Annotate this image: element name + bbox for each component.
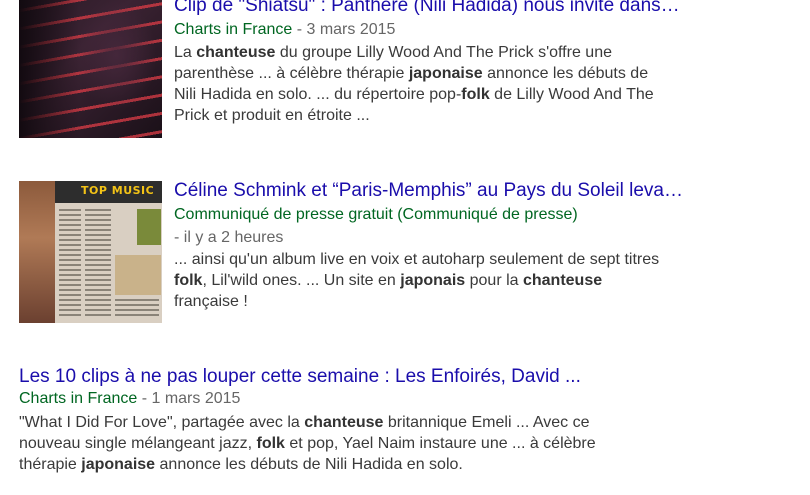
snippet-text: annonce les débuts de Nili Hadida en sol… <box>155 456 463 473</box>
snippet-text: britannique Emeli ... Avec ce <box>383 414 590 431</box>
snippet-text: et pop, Yael Naim instaure une ... à cél… <box>284 435 596 452</box>
thumbnail-logo-text: TOP MUSIC <box>81 184 155 197</box>
snippet-line: parenthèse ... à célèbre thérapie japona… <box>174 63 774 84</box>
snippet-text: du groupe Lilly Wood And The Prick s'off… <box>275 44 612 61</box>
result-thumbnail[interactable] <box>19 0 162 138</box>
result-snippet: ... ainsi qu'un album live en voix et au… <box>174 249 774 312</box>
result-date: - il y a 2 heures <box>174 229 284 246</box>
snippet-line: Prick et produit en étroite ... <box>174 105 774 126</box>
highlighted-keyword: folk <box>256 435 285 452</box>
highlighted-keyword: chanteuse <box>304 414 384 431</box>
snippet-line: française ! <box>174 291 774 312</box>
snippet-text: ... ainsi qu'un album live en voix et au… <box>174 251 660 268</box>
snippet-text: nouveau single mélangeant jazz, <box>19 435 257 452</box>
snippet-line: thérapie japonaise annonce les débuts de… <box>19 454 779 475</box>
highlighted-keyword: chanteuse <box>522 272 603 289</box>
highlighted-keyword: japonais <box>400 272 466 289</box>
result-thumbnail[interactable]: TOP MUSIC <box>19 181 162 323</box>
result-date: 1 mars 2015 <box>151 390 241 407</box>
snippet-text: annonce les débuts de <box>482 65 649 82</box>
snippet-line: ... ainsi qu'un album live en voix et au… <box>174 249 774 270</box>
result-meta: Charts in France - 1 mars 2015 <box>19 389 240 409</box>
snippet-text: Nili Hadida en solo. ... du répertoire p… <box>174 86 462 103</box>
result-snippet: "What I Did For Love", partagée avec la … <box>19 412 779 475</box>
result-source: Communiqué de presse gratuit (Communiqué… <box>174 206 578 223</box>
meta-separator: - <box>137 390 152 407</box>
snippet-text: Prick et produit en étroite ... <box>174 107 370 124</box>
highlighted-keyword: chanteuse <box>196 44 276 61</box>
snippet-text: La <box>174 44 197 61</box>
snippet-text: française ! <box>174 293 248 310</box>
snippet-text: thérapie <box>19 456 82 473</box>
snippet-text: , Lil'wild ones. ... Un site en <box>202 272 401 289</box>
result-title-link[interactable]: Les 10 clips à ne pas louper cette semai… <box>19 366 719 388</box>
snippet-line: "What I Did For Love", partagée avec la … <box>19 412 779 433</box>
highlighted-keyword: japonaise <box>408 65 483 82</box>
highlighted-keyword: folk <box>174 272 203 289</box>
result-source: Charts in France <box>174 21 293 38</box>
snippet-line: folk, Lil'wild ones. ... Un site en japo… <box>174 270 774 291</box>
highlighted-keyword: japonaise <box>81 456 156 473</box>
result-meta: Charts in France - 3 mars 2015 <box>174 20 395 40</box>
result-title-link[interactable]: Clip de "Shiatsu" : Panthère (Nili Hadid… <box>174 0 749 17</box>
result-source: Communiqué de presse gratuit (Communiqué… <box>174 205 578 225</box>
result-date: 3 mars 2015 <box>306 21 396 38</box>
result-source: Charts in France <box>19 390 138 407</box>
highlighted-keyword: folk <box>461 86 490 103</box>
meta-separator: - <box>292 21 307 38</box>
snippet-line: La chanteuse du groupe Lilly Wood And Th… <box>174 42 774 63</box>
result-snippet: La chanteuse du groupe Lilly Wood And Th… <box>174 42 774 126</box>
snippet-text: parenthèse ... à célèbre thérapie <box>174 65 409 82</box>
result-title-link[interactable]: Céline Schmink et “Paris-Memphis” au Pay… <box>174 180 749 202</box>
result-meta: - il y a 2 heures <box>174 228 283 248</box>
snippet-line: Nili Hadida en solo. ... du répertoire p… <box>174 84 774 105</box>
snippet-line: nouveau single mélangeant jazz, folk et … <box>19 433 779 454</box>
snippet-text: pour la <box>465 272 523 289</box>
snippet-text: de Lilly Wood And The <box>489 86 654 103</box>
snippet-text: "What I Did For Love", partagée avec la <box>19 414 305 431</box>
